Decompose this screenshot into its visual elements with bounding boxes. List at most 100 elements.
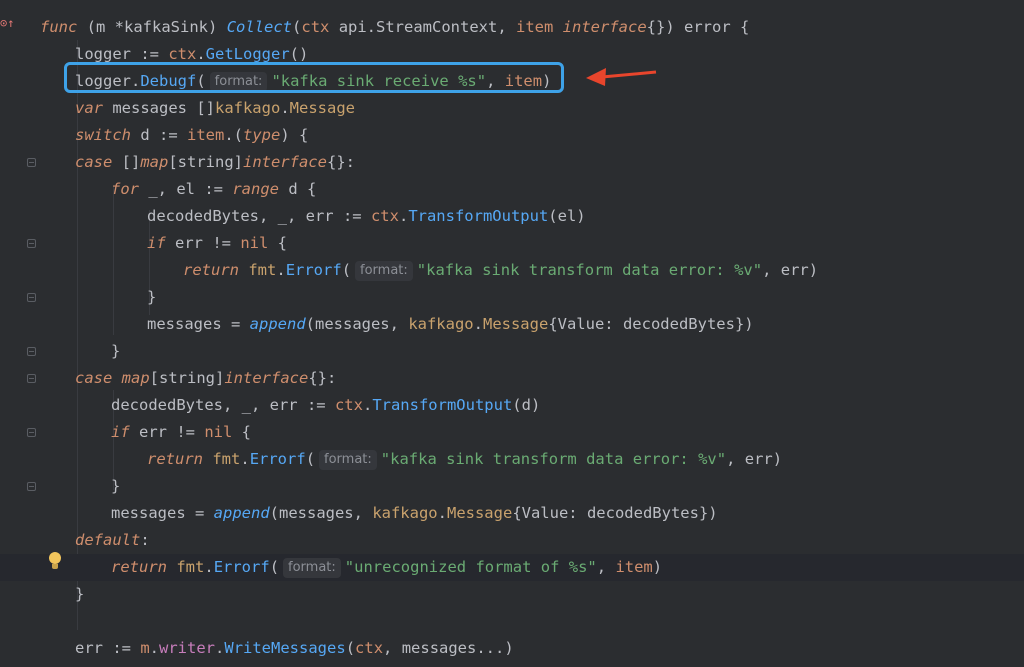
code-token: kafkago bbox=[372, 504, 438, 522]
code-line[interactable]: } bbox=[0, 338, 1024, 365]
code-token: kafkago bbox=[408, 315, 474, 333]
code-token: interface bbox=[562, 18, 647, 36]
code-line[interactable]: switch d := item.(type) { bbox=[0, 122, 1024, 149]
code-token: d := bbox=[131, 126, 187, 144]
lightbulb-icon[interactable] bbox=[48, 552, 62, 570]
code-token: ctx bbox=[355, 639, 384, 657]
code-token: interface bbox=[242, 153, 327, 171]
code-line[interactable]: for _, el := range d { bbox=[0, 176, 1024, 203]
code-token: for bbox=[111, 180, 139, 198]
code-token: err := bbox=[75, 639, 141, 657]
code-token: [] bbox=[112, 153, 141, 171]
code-token: TransformOutput bbox=[408, 207, 549, 225]
fold-marker-icon[interactable] bbox=[27, 347, 36, 356]
code-line[interactable]: messages = append(messages, kafkago.Mess… bbox=[0, 311, 1024, 338]
code-token: nil bbox=[204, 423, 233, 441]
code-line[interactable]: case []map[string]interface{}: bbox=[0, 149, 1024, 176]
code-line[interactable]: default: bbox=[0, 527, 1024, 554]
code-token: ( bbox=[345, 639, 356, 657]
code-token: . bbox=[276, 261, 286, 279]
code-line[interactable]: } bbox=[0, 581, 1024, 608]
code-token: messages [] bbox=[103, 99, 215, 117]
code-token: ctx bbox=[168, 45, 197, 63]
code-line[interactable]: return fmt.Errorf(format: "kafka sink tra… bbox=[0, 446, 1024, 473]
fold-marker-icon[interactable] bbox=[27, 374, 36, 383]
code-token: writer bbox=[159, 639, 216, 657]
code-token: ( bbox=[77, 18, 96, 36]
code-line[interactable]: } bbox=[0, 284, 1024, 311]
code-token: ctx bbox=[334, 396, 363, 414]
code-token: "kafka sink transform data error: %v" bbox=[416, 261, 763, 279]
code-line[interactable] bbox=[0, 608, 1024, 635]
code-line[interactable]: decodedBytes, _, err := ctx.TransformOut… bbox=[0, 203, 1024, 230]
annotation-highlight-box bbox=[64, 62, 564, 93]
code-token: default bbox=[75, 531, 141, 549]
code-token: WriteMessages bbox=[224, 639, 346, 657]
code-line[interactable]: case map[string]interface{}: bbox=[0, 365, 1024, 392]
code-line[interactable]: if err != nil { bbox=[0, 230, 1024, 257]
code-token: messages = bbox=[147, 315, 250, 333]
code-line[interactable]: var messages []kafkago.Message bbox=[0, 95, 1024, 122]
code-token: . bbox=[196, 45, 206, 63]
code-token: [string] bbox=[149, 369, 225, 387]
code-token: Errorf bbox=[249, 450, 306, 468]
code-token: Errorf bbox=[213, 558, 270, 576]
code-line[interactable]: err := m.writer.WriteMessages(ctx, messa… bbox=[0, 635, 1024, 662]
code-token: append bbox=[213, 504, 270, 522]
code-token: (messages, bbox=[269, 504, 373, 522]
code-token: Message bbox=[289, 99, 355, 117]
code-line[interactable]: return fmt.Errorf(format: "kafka sink tra… bbox=[0, 257, 1024, 284]
parameter-hint: format: bbox=[283, 558, 341, 578]
code-line[interactable]: messages = append(messages, kafkago.Mess… bbox=[0, 500, 1024, 527]
code-token: return bbox=[111, 558, 167, 576]
fold-marker-icon[interactable] bbox=[27, 482, 36, 491]
code-token: ( bbox=[305, 450, 316, 468]
code-token: if bbox=[111, 423, 130, 441]
code-token: , messages...) bbox=[383, 639, 514, 657]
code-line[interactable]: decodedBytes, _, err := ctx.TransformOut… bbox=[0, 392, 1024, 419]
code-token: [string] bbox=[168, 153, 243, 171]
code-line[interactable]: } bbox=[0, 473, 1024, 500]
code-line[interactable]: if err != nil { bbox=[0, 419, 1024, 446]
code-token: ctx bbox=[370, 207, 399, 225]
code-token: ) { bbox=[280, 126, 309, 144]
code-token: item bbox=[516, 18, 554, 36]
code-token: m bbox=[96, 18, 115, 36]
code-token: . bbox=[149, 639, 160, 657]
code-token: Errorf bbox=[285, 261, 342, 279]
fold-marker-icon[interactable] bbox=[27, 293, 36, 302]
code-token: func bbox=[40, 18, 78, 36]
code-token: err != bbox=[165, 234, 241, 252]
code-token: } bbox=[111, 342, 121, 360]
code-token: {}: bbox=[308, 369, 337, 387]
code-token: , err) bbox=[726, 450, 783, 468]
code-token: (d) bbox=[512, 396, 541, 414]
code-token: } bbox=[75, 585, 85, 603]
code-token: "kafka sink transform data error: %v" bbox=[380, 450, 727, 468]
code-token: . bbox=[473, 315, 483, 333]
code-token: logger := bbox=[75, 45, 169, 63]
code-editor[interactable]: ⊙↑ func (m *kafkaSink) Collect(ctx api.S… bbox=[0, 0, 1024, 667]
fold-marker-icon[interactable] bbox=[27, 428, 36, 437]
code-token: () bbox=[289, 45, 309, 63]
code-token: . bbox=[215, 639, 225, 657]
code-line[interactable]: func (m *kafkaSink) Collect(ctx api.Stre… bbox=[0, 14, 1024, 41]
fold-marker-icon[interactable] bbox=[27, 158, 36, 167]
code-token: . bbox=[204, 558, 214, 576]
fold-marker-icon[interactable] bbox=[27, 239, 36, 248]
code-token: . bbox=[240, 450, 250, 468]
code-token: item bbox=[615, 558, 653, 576]
code-token: ( bbox=[292, 18, 302, 36]
code-token: decodedBytes, _, err := bbox=[111, 396, 335, 414]
code-token: TransformOutput bbox=[372, 396, 513, 414]
code-area[interactable]: func (m *kafkaSink) Collect(ctx api.Stre… bbox=[0, 0, 1024, 667]
code-token: } bbox=[147, 288, 157, 306]
code-token: .( bbox=[224, 126, 243, 144]
code-token: {Value: decodedBytes}) bbox=[548, 315, 754, 333]
code-line[interactable]: return fmt.Errorf(format: "unrecognized f… bbox=[0, 554, 1024, 581]
code-token: . bbox=[280, 99, 290, 117]
